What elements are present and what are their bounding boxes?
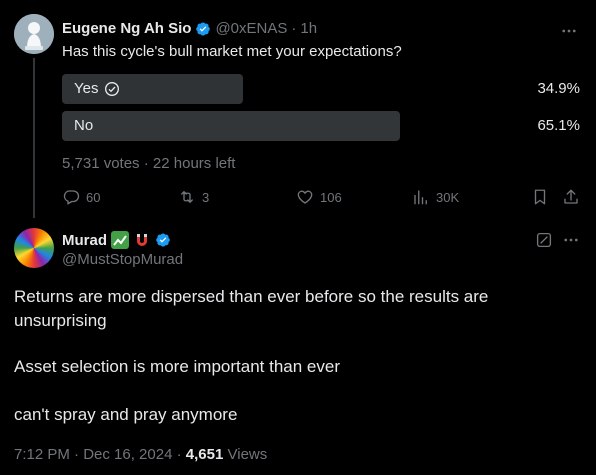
like-button[interactable]: 106 xyxy=(296,188,342,206)
reply-button[interactable]: 60 xyxy=(62,188,100,206)
bookmark-button[interactable] xyxy=(531,188,549,206)
poll-votes: 5,731 votes xyxy=(62,155,140,172)
repost-count: 3 xyxy=(202,189,210,205)
poll-option-no: No 65.1% xyxy=(62,111,582,141)
quoted-handle[interactable]: @0xENAS xyxy=(215,20,287,37)
poll-bar-no xyxy=(62,111,400,141)
quoted-text: Has this cycle's bull market met your ex… xyxy=(62,43,402,60)
main-text-paragraph-2: Asset selection is more important than e… xyxy=(14,357,340,376)
more-icon[interactable] xyxy=(560,22,578,40)
verified-badge-icon[interactable] xyxy=(155,232,171,248)
reply-count: 60 xyxy=(86,189,101,205)
views-count: 30K xyxy=(436,189,460,205)
like-icon xyxy=(296,188,314,206)
views-button[interactable]: 30K xyxy=(412,188,459,206)
main-views-label: Views xyxy=(227,446,268,463)
repost-button[interactable]: 3 xyxy=(178,188,209,206)
main-meta: 7:12 PM · Dec 16, 2024 · 4,651 Views xyxy=(14,446,267,463)
chart-emoji-icon xyxy=(111,231,129,249)
magnet-emoji-icon xyxy=(133,231,151,249)
main-author-name[interactable]: Murad xyxy=(62,232,107,249)
dot-separator: · xyxy=(291,20,297,37)
poll-label-yes: Yes xyxy=(74,80,99,97)
main-view-count: 4,651 xyxy=(185,446,224,463)
views-icon xyxy=(412,188,430,206)
main-header: Murad xyxy=(62,231,171,249)
main-timestamp[interactable]: 7:12 PM · Dec 16, 2024 xyxy=(14,446,172,463)
share-button[interactable] xyxy=(562,188,580,206)
check-circle-icon xyxy=(104,81,120,97)
main-text-paragraph-3: can't spray and pray anymore xyxy=(14,405,238,424)
repost-icon xyxy=(178,188,196,206)
dot-separator: · xyxy=(176,446,186,463)
edit-icon[interactable] xyxy=(535,231,553,254)
more-icon[interactable] xyxy=(562,231,580,249)
like-count: 106 xyxy=(320,189,342,205)
avatar-eugene[interactable] xyxy=(14,14,54,54)
main-text-paragraph-1: Returns are more dispersed than ever bef… xyxy=(14,287,489,330)
poll-meta: 5,731 votes · 22 hours left xyxy=(62,155,235,172)
poll-time-left: 22 hours left xyxy=(152,155,236,172)
poll: Yes 34.9% No 65.1% xyxy=(62,74,582,141)
poll-percent-no: 65.1% xyxy=(537,117,580,134)
poll-option-yes: Yes 34.9% xyxy=(62,74,582,104)
avatar-murad[interactable] xyxy=(14,228,54,268)
share-icon xyxy=(562,188,580,206)
main-handle[interactable]: @MustStopMurad xyxy=(62,251,183,268)
quoted-author-name[interactable]: Eugene Ng Ah Sio xyxy=(62,20,191,37)
quoted-time[interactable]: 1h xyxy=(300,20,317,37)
reply-icon xyxy=(62,188,80,206)
thread-line xyxy=(33,58,35,218)
poll-percent-yes: 34.9% xyxy=(537,80,580,97)
dot-separator: · xyxy=(143,155,153,172)
quoted-header: Eugene Ng Ah Sio @0xENAS · 1h xyxy=(62,20,317,37)
poll-label-no: No xyxy=(74,117,94,134)
bookmark-icon xyxy=(531,188,549,206)
verified-badge-icon[interactable] xyxy=(195,21,211,37)
